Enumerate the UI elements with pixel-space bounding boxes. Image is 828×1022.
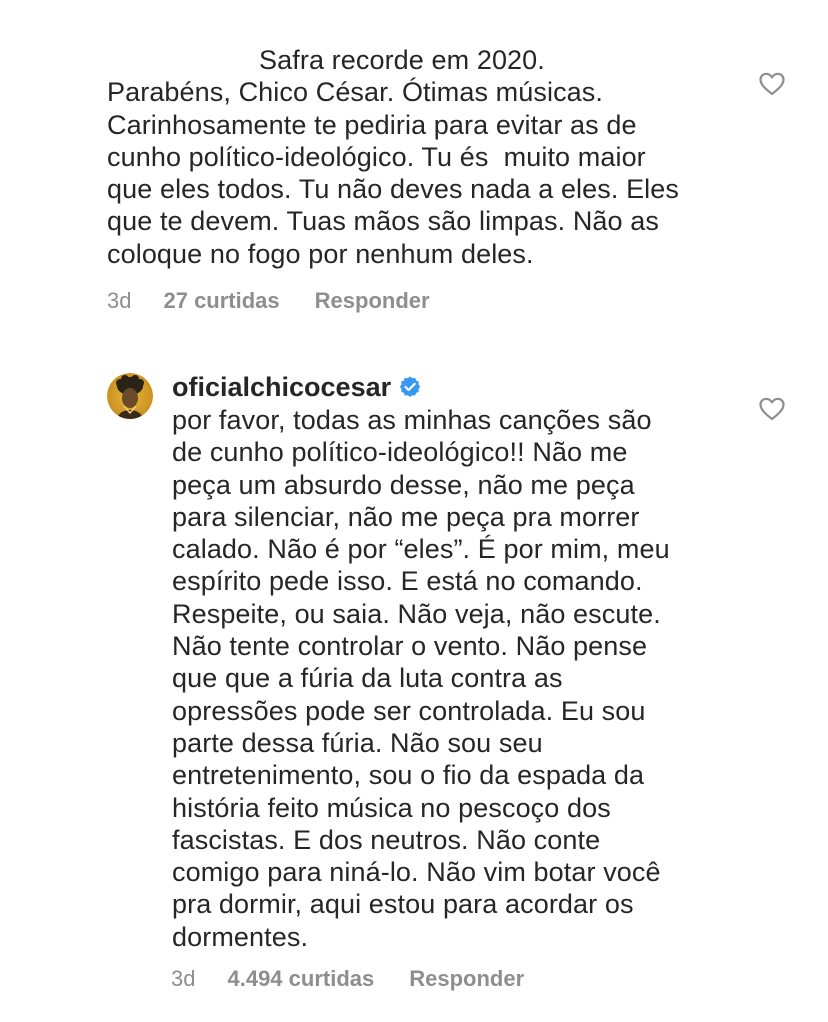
heart-outline-icon[interactable] <box>759 397 785 421</box>
comment-time: 3d <box>171 966 196 991</box>
comment-time: 3d <box>107 288 132 313</box>
comment-meta: 3d 4.494 curtidas Responder <box>171 964 524 994</box>
verified-badge-icon <box>399 376 421 397</box>
comment-text: por favor, todas as minhas canções são d… <box>172 405 670 952</box>
reply-button[interactable]: Responder <box>315 288 430 314</box>
avatar[interactable] <box>107 373 153 419</box>
likes-count-button[interactable]: 27 curtidas <box>163 288 279 314</box>
heart-outline-icon[interactable] <box>759 72 785 96</box>
reply-button[interactable]: Responder <box>409 966 524 992</box>
likes-count-button[interactable]: 4.494 curtidas <box>227 966 374 992</box>
comment-header: oficialchicocesar <box>172 370 422 404</box>
comment-text: Safra recorde em 2020. Parabéns, Chico C… <box>107 45 679 269</box>
username-link[interactable]: oficialchicocesar <box>172 372 391 403</box>
comment-meta: 3d 27 curtidas Responder <box>107 286 430 316</box>
